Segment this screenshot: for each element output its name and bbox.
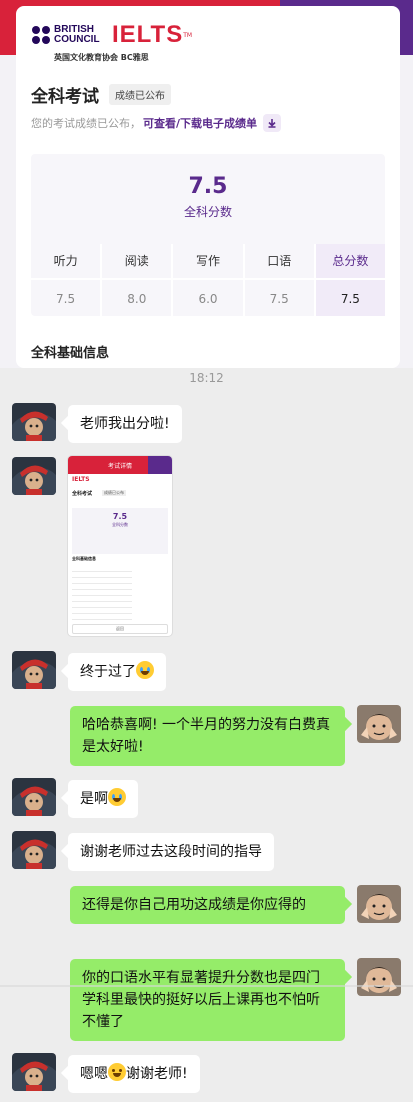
thumbnail-title: 全科考试 [72, 491, 93, 497]
brand-line2: COUNCIL [54, 34, 100, 45]
download-report-link[interactable]: 可查看/下载电子成绩单 [143, 115, 257, 131]
overall-score-label: 全科分数 [183, 205, 232, 219]
my-avatar[interactable] [357, 958, 401, 996]
score-panel: 7.5 全科分数 听力 7.5 阅读 8.0 写作 6.0 口语 7.5 总分数 7.5 [31, 154, 386, 316]
chat-message-incoming[interactable]: 终于过了 [68, 653, 166, 691]
chat-message-incoming[interactable]: 老师我出分啦! [68, 405, 182, 443]
teacher-avatar[interactable] [12, 831, 56, 869]
chat-message-incoming[interactable]: 嗯嗯 谢谢老师! [68, 1055, 200, 1093]
ielts-logo: IELTS [112, 21, 184, 48]
my-avatar[interactable] [357, 885, 401, 923]
british-council-dots-icon [32, 26, 50, 44]
score-listening: 听力 7.5 [31, 244, 103, 316]
teacher-avatar[interactable] [12, 1053, 56, 1091]
trademark: TM [183, 31, 193, 39]
teacher-avatar[interactable] [12, 457, 56, 495]
score-grid: 听力 7.5 阅读 8.0 写作 6.0 口语 7.5 总分数 7.5 [31, 244, 386, 316]
chat-message-outgoing[interactable]: 还得是你自己用功这成绩是你应得的 [70, 886, 345, 924]
thumbnail-badge: 成绩已公布 [102, 490, 126, 496]
logo: BRITISH COUNCIL IELTS TM [32, 20, 192, 50]
screenshot-image-message[interactable]: 考试详情 IELTS 全科考试 成绩已公布 7.5 全科分数 全科基础信息 返回 [68, 456, 172, 636]
teacher-avatar[interactable] [12, 778, 56, 816]
chat-message-outgoing[interactable]: 你的口语水平有显著提升分数也是四门学科里最快的挺好以后上课再也不怕听不懂了 [70, 959, 345, 1041]
chat-message-outgoing[interactable]: 哈哈恭喜啊! 一个半月的努力没有白费真是太好啦! [70, 706, 345, 766]
score-writing: 写作 6.0 [173, 244, 245, 316]
my-avatar[interactable] [357, 705, 401, 743]
result-card: BRITISH COUNCIL IELTS TM 英国文化教育协会 BC雅思 全科考… [16, 6, 400, 368]
overall-score: 7.5 [188, 174, 228, 199]
brand-subtitle: 英国文化教育协会 BC雅思 [54, 53, 149, 62]
thumbnail-section: 全科基础信息 [72, 556, 96, 561]
overlay-line [0, 985, 413, 987]
result-description: 您的考试成绩已公布， [31, 117, 141, 130]
thumbnail-score: 7.5 [112, 512, 128, 521]
section-title: 全科基础信息 [31, 346, 110, 361]
score-total: 总分数 7.5 [315, 244, 386, 316]
thumbnail-button: 返回 [72, 624, 168, 634]
teacher-avatar[interactable] [12, 651, 56, 689]
download-icon[interactable] [263, 114, 282, 132]
score-speaking: 口语 7.5 [244, 244, 316, 316]
thumbnail-header-title: 考试详情 [107, 463, 132, 470]
teacher-avatar[interactable] [12, 403, 56, 441]
chat-timestamp: 18:12 [189, 371, 224, 385]
chat-message-incoming[interactable]: 谢谢老师过去这段时间的指导 [68, 833, 274, 871]
grinning-face-icon [108, 1063, 126, 1081]
chat-message-incoming[interactable]: 是啊 [68, 780, 138, 818]
status-badge: 成绩已公布 [109, 84, 171, 105]
score-reading: 阅读 8.0 [102, 244, 174, 316]
page-title: 全科考试 [31, 87, 99, 107]
crying-face-icon [108, 788, 126, 806]
crying-face-icon [136, 661, 154, 679]
thumbnail-score-label: 全科分数 [112, 522, 128, 527]
thumbnail-logo: IELTS [72, 476, 90, 483]
